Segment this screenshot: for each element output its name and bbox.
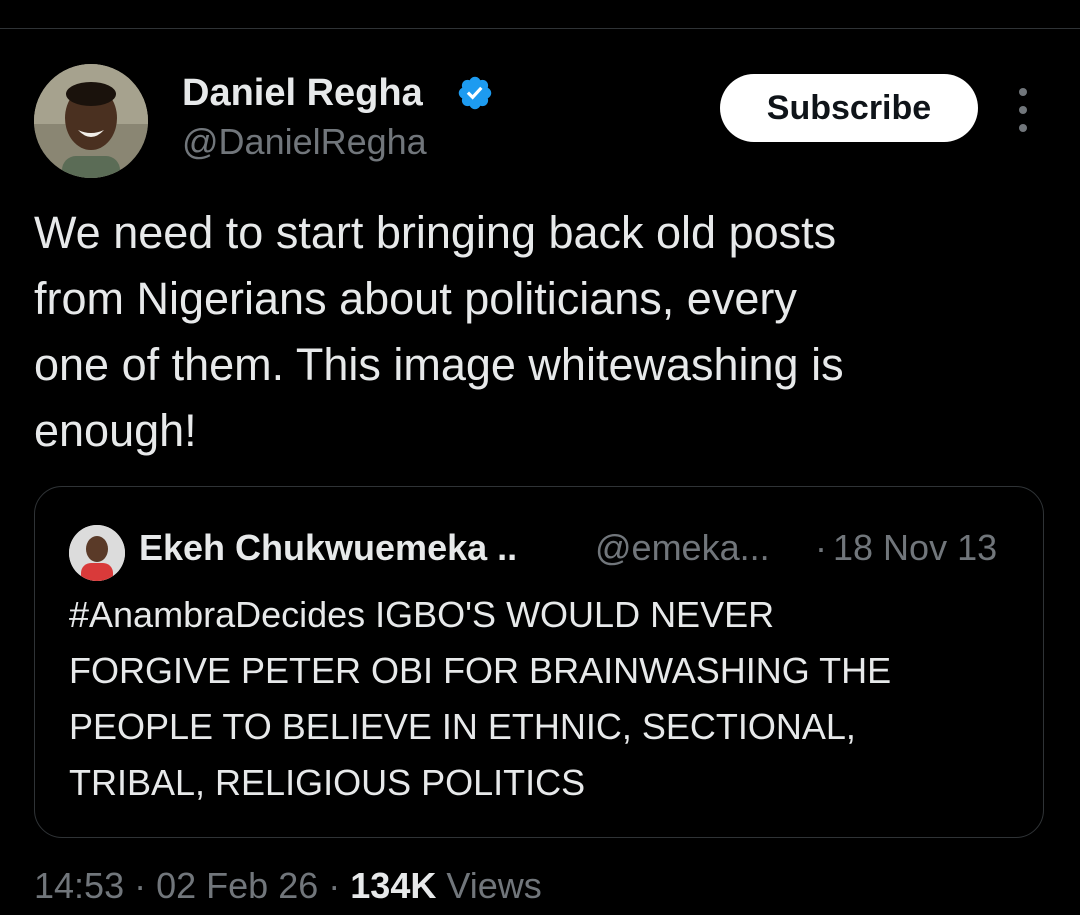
meta-separator: ·	[134, 865, 147, 906]
tweet-time[interactable]: 14:53	[34, 865, 124, 906]
views-label: Views	[446, 865, 542, 906]
meta-separator: ·	[328, 865, 341, 906]
top-divider	[0, 28, 1080, 29]
quoted-author-handle[interactable]: @emeka...	[595, 525, 770, 571]
more-dot	[1019, 106, 1027, 114]
quoted-meta-separator: ·	[815, 527, 827, 568]
more-dot	[1019, 88, 1027, 96]
more-dot	[1019, 124, 1027, 132]
tweet-date[interactable]: 02 Feb 26	[156, 865, 318, 906]
subscribe-button[interactable]: Subscribe	[720, 74, 978, 142]
author-avatar-image	[34, 64, 148, 178]
tweet-text: We need to start bringing back old posts…	[34, 207, 844, 456]
quoted-tweet-date[interactable]: 18 Nov 13	[833, 525, 997, 571]
quoted-author-display-name[interactable]: Ekeh Chukwuemeka ..	[139, 525, 517, 571]
tweet-meta-row: 14:53 · 02 Feb 26 · 134K Views	[34, 862, 542, 910]
author-display-name[interactable]: Daniel Regha	[182, 70, 423, 116]
verified-badge-icon	[458, 76, 492, 110]
views-count: 134K	[350, 865, 437, 906]
quoted-author-avatar[interactable]	[69, 525, 125, 581]
quoted-tweet-card[interactable]: Ekeh Chukwuemeka .. @emeka... · 18 Nov 1…	[34, 486, 1044, 838]
quoted-author-avatar-image	[69, 525, 125, 581]
author-handle[interactable]: @DanielRegha	[182, 120, 427, 164]
more-vertical-icon[interactable]	[1010, 88, 1036, 132]
author-avatar[interactable]	[34, 64, 148, 178]
quoted-tweet-text: #AnambraDecides IGBO'S WOULD NEVER FORGI…	[69, 594, 892, 803]
